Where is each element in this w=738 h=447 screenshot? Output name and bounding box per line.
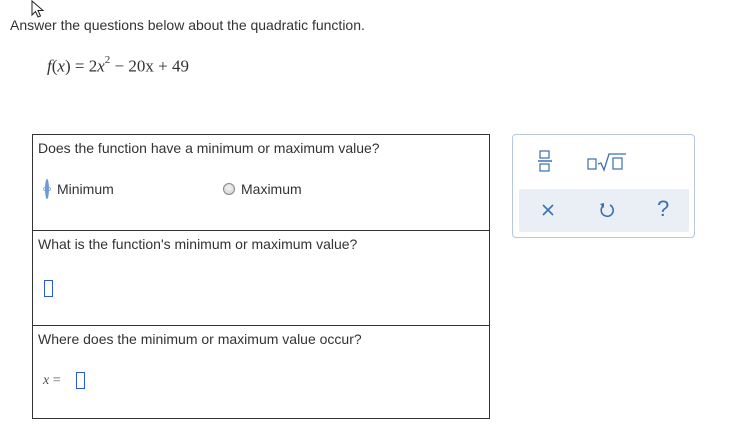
- radio-option-minimum[interactable]: Minimum: [43, 179, 114, 199]
- math-palette: ?: [512, 134, 695, 238]
- equals-sign: =: [49, 373, 61, 388]
- undo-icon[interactable]: [598, 200, 616, 220]
- radio-label-maximum: Maximum: [241, 181, 302, 197]
- question-min-max-section: Does the function have a minimum or maxi…: [33, 135, 489, 230]
- instruction-text: Answer the questions below about the qua…: [10, 17, 365, 33]
- sqrt-icon[interactable]: [587, 149, 627, 173]
- x-equals-label: x =: [43, 373, 61, 389]
- question-location-section: Where does the minimum or maximum value …: [33, 325, 489, 419]
- close-icon[interactable]: [539, 201, 557, 219]
- radio-minimum[interactable]: [45, 179, 49, 199]
- radio-focus-ring: [43, 179, 51, 199]
- question-value-section: What is the function's minimum or maximu…: [33, 230, 489, 325]
- formula-rest: − 20x + 49: [110, 56, 189, 76]
- value-answer-input[interactable]: [44, 280, 53, 297]
- question-prompt: What is the function's minimum or maximu…: [38, 236, 358, 252]
- question-prompt: Where does the minimum or maximum value …: [38, 331, 362, 347]
- formula-arg: x: [57, 56, 65, 76]
- question-prompt: Does the function have a minimum or maxi…: [38, 140, 380, 156]
- palette-tool-row: ?: [519, 189, 689, 232]
- radio-option-maximum[interactable]: Maximum: [223, 181, 302, 197]
- formula-equals: = 2: [70, 56, 98, 76]
- x-answer-input[interactable]: [76, 372, 85, 389]
- formula-exponent: 2: [104, 54, 111, 66]
- formula-x: x: [97, 56, 105, 76]
- fraction-icon[interactable]: [538, 149, 552, 173]
- quadratic-formula: f(x) = 2x2 − 20x + 49: [47, 54, 189, 77]
- radio-label-minimum: Minimum: [57, 181, 114, 197]
- help-icon[interactable]: ?: [657, 196, 669, 222]
- radio-maximum[interactable]: [223, 183, 235, 195]
- question-box: Does the function have a minimum or maxi…: [32, 134, 490, 419]
